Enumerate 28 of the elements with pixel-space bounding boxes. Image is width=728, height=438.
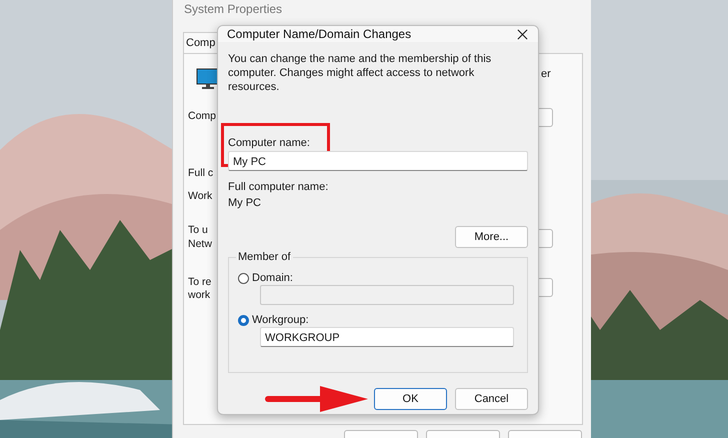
window-title: Computer Name/Domain Changes [227, 27, 412, 41]
label: Work [188, 190, 212, 202]
more-button[interactable]: More... [455, 226, 528, 248]
label: To re [188, 276, 212, 288]
label: Comp [188, 110, 216, 122]
radio-label: Workgroup: [252, 314, 309, 326]
ok-button[interactable]: OK [374, 388, 447, 410]
cancel-button[interactable]: Cancel [455, 388, 528, 410]
button-edge[interactable] [538, 108, 553, 127]
button-edge[interactable] [538, 278, 553, 297]
input-field[interactable]: My PC [228, 151, 528, 171]
monitor-icon [196, 68, 220, 90]
close-icon [517, 28, 528, 40]
label: Full c [188, 167, 214, 179]
input-field[interactable]: WORKGROUP [260, 327, 514, 347]
label: Netw [188, 238, 212, 250]
radio-button[interactable] [238, 314, 249, 326]
field-label: Computer name: [228, 136, 311, 150]
radio-label: Domain: [252, 272, 293, 284]
label: work [188, 289, 210, 301]
field-label: Full computer name: [228, 180, 330, 194]
window-title: System Properties [184, 2, 282, 16]
label: To u [188, 224, 208, 236]
button-edge[interactable] [538, 229, 553, 248]
label: er [541, 68, 551, 80]
description-text: You can change the name and the membership of this computer. Changes might affect access to network resources. [228, 52, 492, 94]
value-text: My PC [228, 196, 262, 210]
group-title: Member of [236, 251, 293, 263]
